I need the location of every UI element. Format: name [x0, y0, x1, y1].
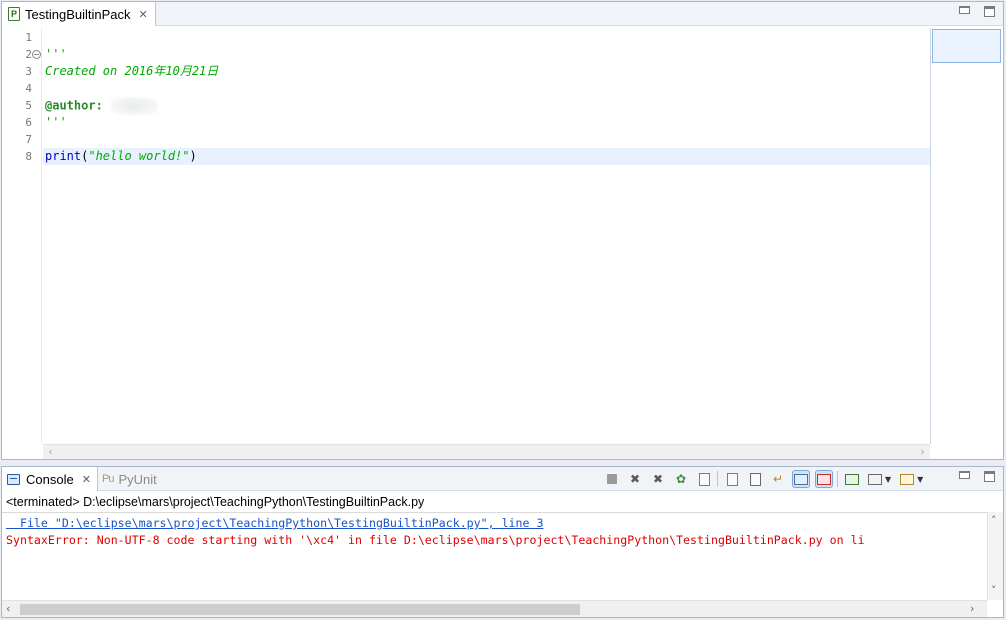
- word-wrap-icon[interactable]: ↵: [770, 471, 786, 487]
- editor-tab[interactable]: P TestingBuiltinPack ✕: [2, 2, 156, 26]
- pyunit-tab[interactable]: Pu PyUnit: [102, 467, 157, 491]
- console-process-status: <terminated> D:\eclipse\mars\project\Tea…: [6, 495, 425, 509]
- editor-tab-title: TestingBuiltinPack: [25, 6, 131, 22]
- editor-horizontal-scrollbar[interactable]: ‹ ›: [43, 444, 930, 459]
- scrollbar-thumb[interactable]: [20, 604, 580, 615]
- chevron-down-icon[interactable]: ▼: [885, 475, 891, 484]
- code-line-8: print("hello world!"): [43, 148, 930, 165]
- code-line-5: @author:: [43, 97, 930, 115]
- scroll-up-icon[interactable]: ˄: [991, 514, 997, 527]
- line-number: 3: [25, 65, 32, 78]
- scroll-left-icon[interactable]: ‹: [43, 445, 58, 460]
- console-horizontal-scrollbar[interactable]: ‹ ›: [2, 600, 987, 617]
- minimize-icon[interactable]: [959, 6, 970, 14]
- maximize-icon[interactable]: [984, 6, 995, 17]
- pyunit-tab-title: PyUnit: [118, 471, 157, 487]
- redacted-author: [110, 97, 159, 115]
- console-part: Console ✕ Pu PyUnit ✖ ✖ ✿ ↵ ▼ ▼ <termina…: [1, 466, 1004, 618]
- python-file-icon: P: [8, 7, 20, 21]
- remove-all-icon[interactable]: ✖: [650, 471, 666, 487]
- line-number-gutter: 1 2 − 3 4 5 6 7 8: [2, 28, 42, 444]
- editor-window-controls: [959, 6, 995, 17]
- line-number: 1: [25, 31, 32, 44]
- close-icon[interactable]: ✕: [82, 473, 91, 486]
- editor-tabbar: P TestingBuiltinPack ✕: [2, 2, 1003, 26]
- syntax-error-message: SyntaxError: Non-UTF-8 code starting wit…: [6, 533, 865, 547]
- stop-icon[interactable]: [604, 471, 620, 487]
- overview-ruler[interactable]: [930, 28, 1003, 444]
- remove-launch-icon[interactable]: ✖: [627, 471, 643, 487]
- traceback-file-link[interactable]: File "D:\eclipse\mars\project\TeachingPy…: [6, 515, 544, 531]
- line-number: 6: [25, 116, 32, 129]
- minimize-icon[interactable]: [959, 471, 970, 479]
- show-on-error-icon[interactable]: [815, 470, 833, 488]
- display-console-icon[interactable]: [867, 471, 883, 487]
- toolbar-separator: [717, 471, 718, 487]
- console-icon: [7, 473, 20, 485]
- close-icon[interactable]: ✕: [139, 8, 148, 21]
- debug-icon[interactable]: ✿: [673, 471, 689, 487]
- clear-console-icon[interactable]: [724, 471, 740, 487]
- copy-icon[interactable]: [696, 471, 712, 487]
- docstring-close: ''': [45, 115, 67, 129]
- scroll-right-icon[interactable]: ›: [970, 602, 974, 615]
- line-number: 5: [25, 99, 32, 112]
- console-tab-title: Console: [26, 471, 74, 487]
- line-number: 4: [25, 82, 32, 95]
- code-line-6: ''': [43, 114, 930, 131]
- maximize-icon[interactable]: [984, 471, 995, 482]
- console-tabbar: Console ✕ Pu PyUnit ✖ ✖ ✿ ↵ ▼ ▼: [2, 467, 1003, 491]
- code-editor[interactable]: ''' Created on 2016年10月21日 @author: ''' …: [43, 28, 930, 444]
- fold-collapse-icon[interactable]: −: [32, 50, 41, 59]
- overview-thumb[interactable]: [932, 29, 1001, 63]
- open-console-icon[interactable]: [899, 471, 915, 487]
- chevron-down-icon[interactable]: ▼: [917, 475, 923, 484]
- code-line-3: Created on 2016年10月21日: [43, 63, 930, 80]
- show-on-output-icon[interactable]: [792, 470, 810, 488]
- console-window-controls: [959, 471, 995, 482]
- line-number: 8: [25, 150, 32, 163]
- print-keyword: print: [45, 149, 82, 163]
- paren-close: ): [189, 149, 197, 163]
- console-toolbar: ✖ ✖ ✿ ↵ ▼ ▼: [604, 470, 931, 488]
- scroll-right-icon[interactable]: ›: [915, 445, 930, 460]
- scroll-lock-icon[interactable]: [747, 471, 763, 487]
- editor-part: P TestingBuiltinPack ✕ 1 2 − 3 4 5 6 7 8…: [1, 1, 1004, 460]
- docstring-author: @author:: [45, 98, 103, 113]
- toolbar-separator: [837, 471, 838, 487]
- console-tab[interactable]: Console ✕: [2, 467, 98, 491]
- scroll-left-icon[interactable]: ‹: [6, 602, 10, 615]
- pin-icon[interactable]: [844, 471, 860, 487]
- console-vertical-scrollbar[interactable]: ˄ ˅: [987, 512, 1003, 600]
- docstring-text: Created on 2016年10月21日: [45, 64, 219, 78]
- line-number: 2: [25, 48, 32, 61]
- ide-window: P TestingBuiltinPack ✕ 1 2 − 3 4 5 6 7 8…: [0, 0, 1006, 620]
- console-output[interactable]: File "D:\eclipse\mars\project\TeachingPy…: [2, 512, 987, 600]
- docstring-open: ''': [45, 47, 67, 61]
- scroll-down-icon[interactable]: ˅: [991, 584, 997, 597]
- string-literal: "hello world!": [88, 149, 190, 163]
- line-number: 7: [25, 133, 32, 146]
- code-line-2: ''': [43, 46, 930, 63]
- pyunit-icon: Pu: [102, 473, 115, 485]
